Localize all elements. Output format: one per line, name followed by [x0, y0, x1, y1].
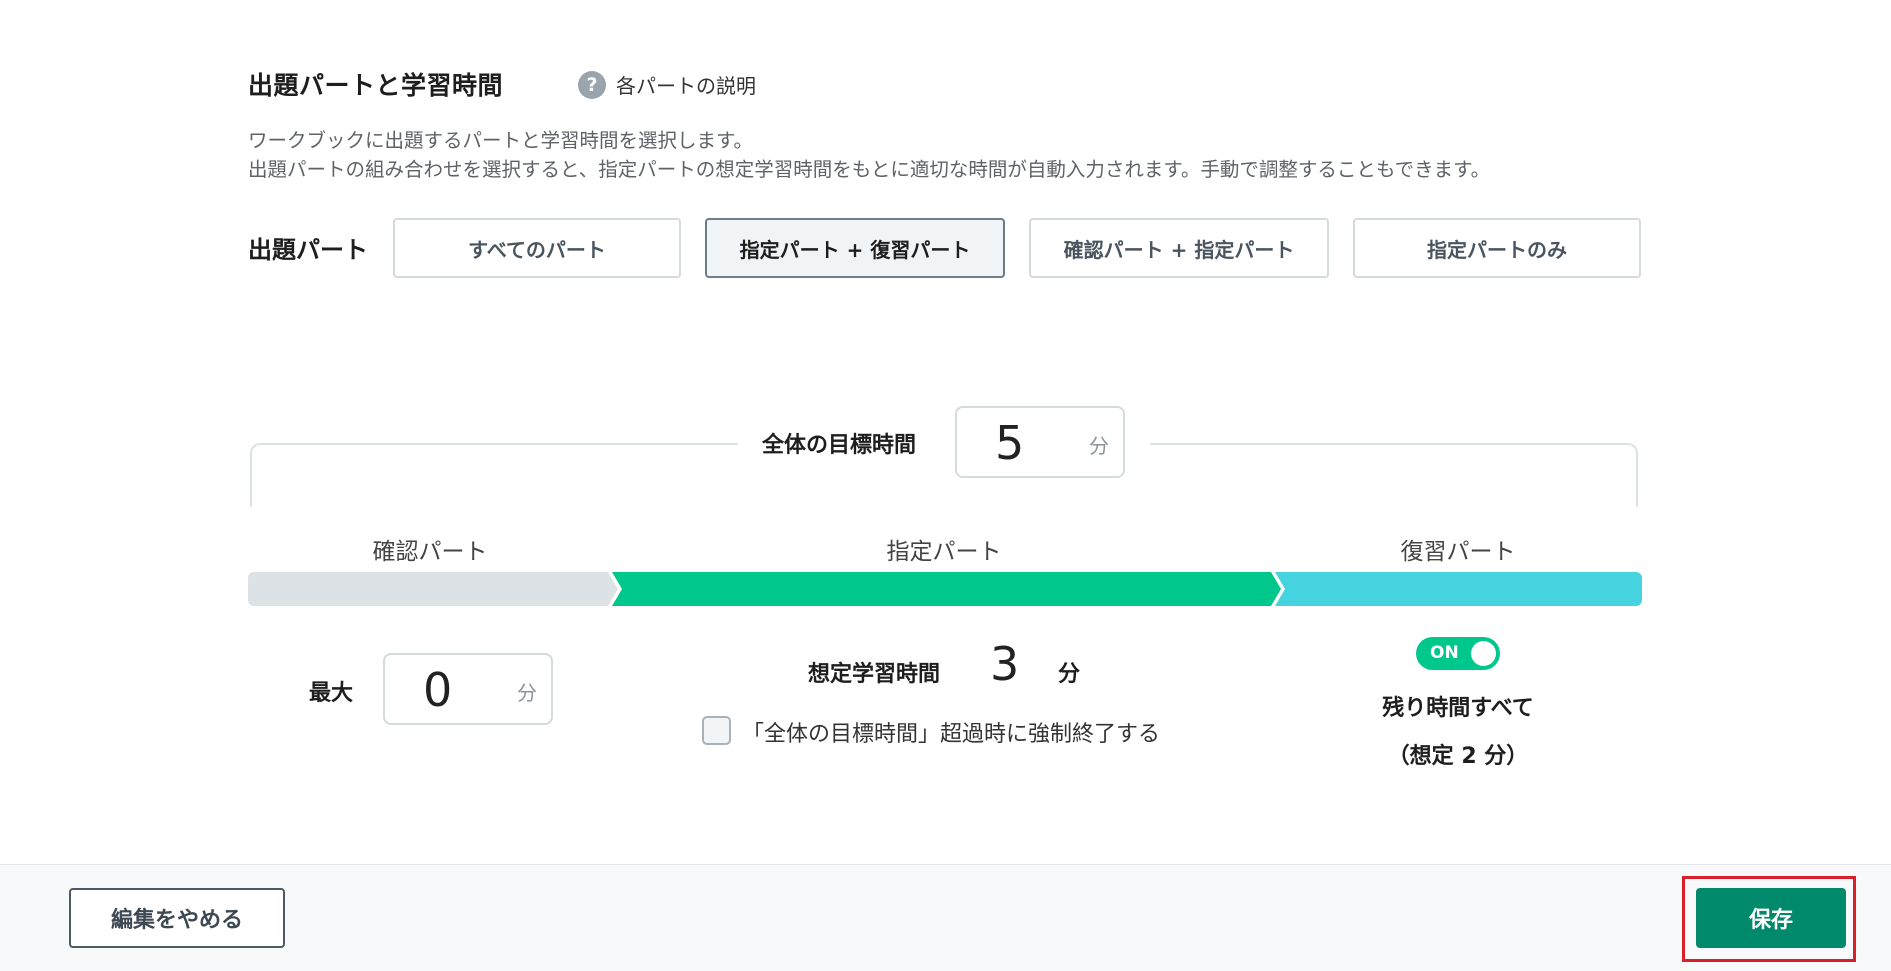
review-remaining-toggle[interactable]: ON	[1416, 637, 1500, 670]
segment-label-specified: 指定パート	[886, 539, 1002, 565]
option-specified-review-button[interactable]: 指定パート + 復習パート	[705, 218, 1005, 278]
segment-label-review: 復習パート	[1400, 539, 1516, 565]
question-icon: ?	[578, 70, 606, 99]
part-selector-label: 出題パート	[248, 236, 368, 264]
option-confirm-specified-button[interactable]: 確認パート + 指定パート	[1029, 218, 1329, 278]
remaining-label: 残り時間すべて	[1382, 696, 1534, 721]
part-timeline-bar	[248, 572, 1642, 606]
confirm-max-unit: 分	[517, 681, 537, 705]
confirm-max-value: 0	[423, 663, 453, 717]
force-end-label[interactable]: 「全体の目標時間」超過時に強制終了する	[742, 716, 1160, 748]
estimate-unit: 分	[1058, 662, 1081, 687]
segment-confirm	[248, 572, 618, 606]
frame-line-left	[250, 443, 738, 507]
section-title: 出題パートと学習時間	[248, 71, 504, 100]
description-line-1: ワークブックに出題するパートと学習時間を選択します。	[248, 129, 754, 152]
confirm-max-input[interactable]: 0 分	[383, 653, 553, 725]
option-all-parts-button[interactable]: すべてのパート	[393, 218, 681, 278]
estimate-label: 想定学習時間	[808, 662, 941, 687]
part-help-link[interactable]: ? 各パートの説明	[578, 70, 756, 99]
total-target-label: 全体の目標時間	[762, 433, 917, 458]
description-line-2: 出題パートの組み合わせを選択すると、指定パートの想定学習時間をもとに適切な時間が…	[248, 158, 1491, 181]
segment-specified	[612, 572, 1281, 606]
max-label: 最大	[309, 681, 354, 706]
frame-line-right	[1150, 443, 1638, 507]
help-label: 各パートの説明	[616, 74, 756, 98]
segment-label-confirm: 確認パート	[372, 539, 488, 565]
cancel-edit-button[interactable]: 編集をやめる	[69, 888, 285, 948]
option-specified-only-button[interactable]: 指定パートのみ	[1353, 218, 1641, 278]
remaining-estimate: （想定 2 分）	[1387, 744, 1529, 769]
total-target-unit: 分	[1089, 434, 1109, 458]
toggle-knob	[1471, 641, 1496, 666]
force-end-checkbox[interactable]	[702, 716, 731, 745]
toggle-on-text: ON	[1430, 643, 1459, 663]
total-target-value: 5	[995, 416, 1025, 470]
segment-review	[1275, 572, 1642, 606]
total-target-input[interactable]: 5 分	[955, 406, 1125, 478]
page: 出題パートと学習時間 ? 各パートの説明 ワークブックに出題するパートと学習時間…	[0, 0, 1891, 971]
save-button[interactable]: 保存	[1696, 888, 1846, 948]
estimate-value: 3	[990, 637, 1020, 691]
